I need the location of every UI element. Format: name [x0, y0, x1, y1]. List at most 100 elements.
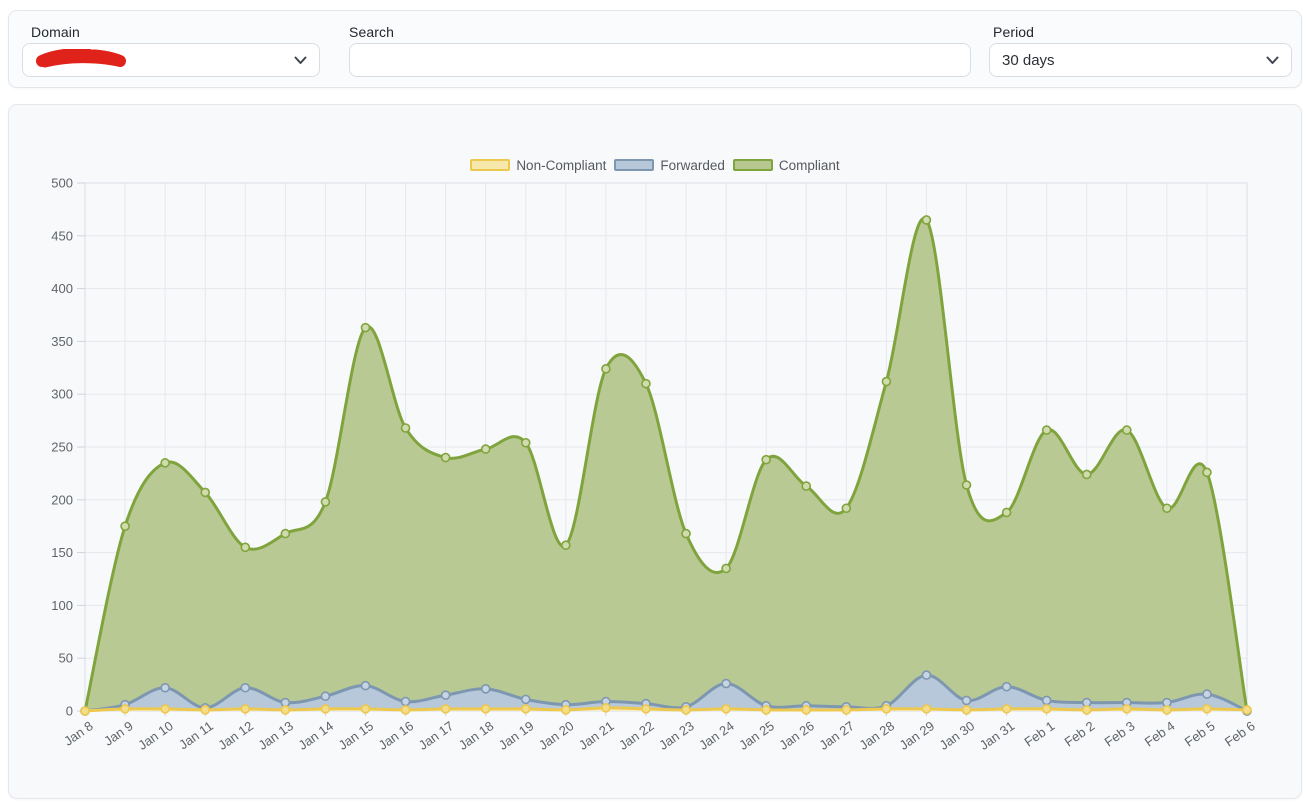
svg-text:0: 0	[66, 704, 73, 719]
data-point-marker[interactable]	[161, 459, 169, 467]
svg-text:Jan 10: Jan 10	[135, 718, 176, 753]
data-point-marker[interactable]	[1083, 706, 1091, 714]
data-point-marker[interactable]	[722, 705, 730, 713]
data-point-marker[interactable]	[1203, 690, 1211, 698]
svg-text:Feb 1: Feb 1	[1022, 718, 1058, 749]
data-point-marker[interactable]	[241, 543, 249, 551]
data-point-marker[interactable]	[321, 692, 329, 700]
svg-text:Jan 12: Jan 12	[215, 718, 256, 753]
data-point-marker[interactable]	[722, 564, 730, 572]
data-point-marker[interactable]	[161, 705, 169, 713]
data-point-marker[interactable]	[922, 671, 930, 679]
data-point-marker[interactable]	[281, 530, 289, 538]
chevron-down-icon	[294, 56, 307, 65]
data-point-marker[interactable]	[922, 216, 930, 224]
data-point-marker[interactable]	[1043, 705, 1051, 713]
data-point-marker[interactable]	[562, 541, 570, 549]
data-point-marker[interactable]	[642, 380, 650, 388]
data-point-marker[interactable]	[442, 691, 450, 699]
data-point-marker[interactable]	[642, 705, 650, 713]
domain-select[interactable]	[22, 43, 320, 77]
svg-text:Jan 11: Jan 11	[176, 718, 216, 752]
series-compliant	[81, 216, 1251, 715]
data-point-marker[interactable]	[1003, 683, 1011, 691]
data-point-marker[interactable]	[602, 365, 610, 373]
filter-bar: Domain Search Period 30 days	[8, 10, 1302, 88]
data-point-marker[interactable]	[922, 705, 930, 713]
data-point-marker[interactable]	[963, 706, 971, 714]
data-point-marker[interactable]	[562, 706, 570, 714]
svg-text:Jan 17: Jan 17	[416, 718, 457, 753]
data-point-marker[interactable]	[842, 504, 850, 512]
data-point-marker[interactable]	[963, 481, 971, 489]
data-point-marker[interactable]	[682, 530, 690, 538]
svg-text:Feb 5: Feb 5	[1182, 718, 1218, 749]
data-point-marker[interactable]	[1163, 706, 1171, 714]
data-point-marker[interactable]	[81, 707, 89, 715]
data-point-marker[interactable]	[1043, 696, 1051, 704]
svg-text:Jan 15: Jan 15	[336, 718, 377, 753]
svg-text:150: 150	[51, 545, 73, 560]
data-point-marker[interactable]	[1123, 426, 1131, 434]
data-point-marker[interactable]	[602, 704, 610, 712]
data-point-marker[interactable]	[882, 378, 890, 386]
data-point-marker[interactable]	[402, 697, 410, 705]
data-point-marker[interactable]	[802, 482, 810, 490]
svg-text:Jan 22: Jan 22	[616, 718, 657, 753]
data-point-marker[interactable]	[522, 705, 530, 713]
data-point-marker[interactable]	[522, 695, 530, 703]
svg-text:250: 250	[51, 440, 73, 455]
compliance-chart[interactable]: 050100150200250300350400450500Jan 8Jan 9…	[9, 105, 1301, 798]
data-point-marker[interactable]	[161, 684, 169, 692]
svg-text:Jan 31: Jan 31	[977, 718, 1018, 753]
data-point-marker[interactable]	[121, 522, 129, 530]
data-point-marker[interactable]	[201, 706, 209, 714]
data-point-marker[interactable]	[442, 454, 450, 462]
data-point-marker[interactable]	[121, 705, 129, 713]
svg-text:Jan 19: Jan 19	[496, 718, 537, 753]
data-point-marker[interactable]	[1203, 705, 1211, 713]
data-point-marker[interactable]	[1123, 705, 1131, 713]
svg-text:Jan 13: Jan 13	[255, 718, 296, 753]
data-point-marker[interactable]	[402, 706, 410, 714]
svg-text:Jan 23: Jan 23	[656, 718, 697, 753]
search-input[interactable]	[349, 43, 971, 77]
data-point-marker[interactable]	[361, 324, 369, 332]
domain-label: Domain	[31, 24, 80, 40]
data-point-marker[interactable]	[321, 498, 329, 506]
data-point-marker[interactable]	[1003, 508, 1011, 516]
data-point-marker[interactable]	[201, 488, 209, 496]
data-point-marker[interactable]	[442, 705, 450, 713]
svg-text:Jan 14: Jan 14	[296, 718, 337, 753]
data-point-marker[interactable]	[1003, 705, 1011, 713]
svg-text:Jan 27: Jan 27	[816, 718, 857, 753]
data-point-marker[interactable]	[522, 439, 530, 447]
data-point-marker[interactable]	[762, 456, 770, 464]
data-point-marker[interactable]	[1043, 426, 1051, 434]
data-point-marker[interactable]	[361, 705, 369, 713]
data-point-marker[interactable]	[963, 696, 971, 704]
data-point-marker[interactable]	[482, 685, 490, 693]
period-select[interactable]: 30 days	[989, 43, 1292, 77]
data-point-marker[interactable]	[321, 705, 329, 713]
data-point-marker[interactable]	[241, 684, 249, 692]
data-point-marker[interactable]	[802, 706, 810, 714]
data-point-marker[interactable]	[1203, 468, 1211, 476]
svg-text:450: 450	[51, 228, 73, 243]
data-point-marker[interactable]	[842, 706, 850, 714]
data-point-marker[interactable]	[482, 705, 490, 713]
data-point-marker[interactable]	[882, 705, 890, 713]
data-point-marker[interactable]	[1243, 706, 1251, 714]
chevron-down-icon	[1266, 56, 1279, 65]
data-point-marker[interactable]	[1163, 504, 1171, 512]
data-point-marker[interactable]	[722, 680, 730, 688]
data-point-marker[interactable]	[762, 706, 770, 714]
data-point-marker[interactable]	[361, 682, 369, 690]
data-point-marker[interactable]	[682, 706, 690, 714]
data-point-marker[interactable]	[402, 424, 410, 432]
svg-text:Feb 2: Feb 2	[1062, 718, 1098, 749]
data-point-marker[interactable]	[281, 706, 289, 714]
data-point-marker[interactable]	[241, 705, 249, 713]
data-point-marker[interactable]	[1083, 470, 1091, 478]
data-point-marker[interactable]	[482, 445, 490, 453]
